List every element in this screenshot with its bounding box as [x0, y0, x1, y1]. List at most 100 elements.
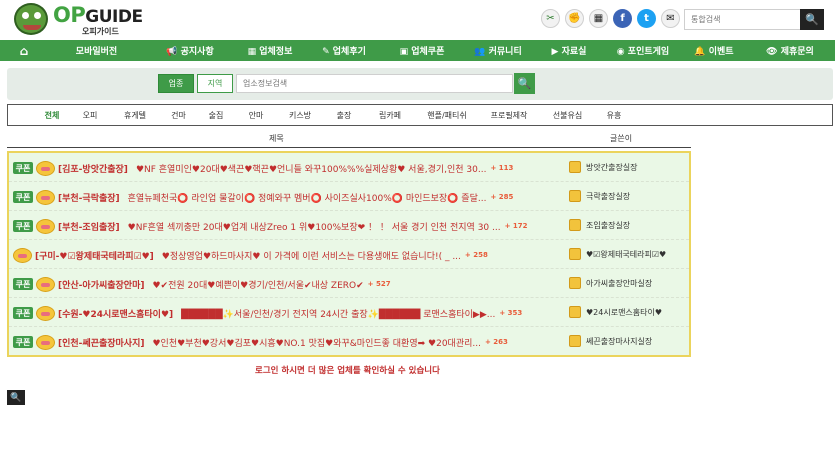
writer-name[interactable]: ♥24시로맨스홈타이♥	[586, 307, 662, 318]
coupon-badge: 쿠폰	[13, 162, 33, 174]
nav-mobile[interactable]: 모바일버전	[48, 40, 145, 61]
cat-op[interactable]: 오피	[71, 110, 109, 121]
writer-name[interactable]: 조임출장실장	[586, 220, 630, 231]
twitter-icon[interactable]: t	[637, 9, 656, 28]
comment-count: + 113	[490, 164, 514, 172]
filter-bar: 업종 지역 🔍	[7, 68, 833, 100]
category-bar: 전체 오피 휴게텔 건마 술집 안마 키스방 출장 립카페 핸플/패티쉬 프로필…	[7, 104, 833, 126]
frog-logo-icon	[14, 3, 48, 35]
cat-suljip[interactable]: 술집	[196, 110, 236, 121]
writer-name[interactable]: ♥☑왕제태국테라피☑♥	[586, 249, 666, 260]
store-name[interactable]: [안산-아가씨출장안마]	[58, 278, 144, 291]
comment-count: + 263	[484, 338, 508, 346]
cat-anma[interactable]: 안마	[236, 110, 276, 121]
nav-partnership[interactable]: 👁 제휴문의	[745, 40, 835, 61]
top-search-box: 🔍	[684, 9, 824, 30]
store-name[interactable]: [부천-극락출장]	[58, 191, 120, 204]
user-level-icon	[569, 248, 581, 260]
user-level-icon	[569, 190, 581, 202]
comment-count: + 353	[499, 309, 523, 317]
mail-icon[interactable]: ✉	[661, 9, 680, 28]
top-icons: ✂ ✊ ▦ f t ✉	[541, 9, 680, 28]
store-name[interactable]: [부천-조임출장]	[58, 220, 120, 233]
header-writer: 글쓴이	[610, 134, 633, 143]
post-title[interactable]: ██████✨서울/인천/경기 전지역 24시간 출장✨██████ 로맨스홈타…	[181, 307, 495, 320]
cat-chuljang[interactable]: 출장	[324, 110, 364, 121]
nav-notice[interactable]: 📢 공지사항	[145, 40, 235, 61]
table-header: 제목 글쓴이	[7, 128, 691, 148]
table-row[interactable]: 쿠폰 [인천-쎄끈출장마사지] ♥인천♥부천♥강서♥김포♥시흥♥NO.1 맛집♥…	[9, 327, 689, 356]
nav-archive[interactable]: ▶ 자료실	[535, 40, 603, 61]
cat-handple[interactable]: 핸플/패티쉬	[416, 110, 478, 121]
cat-yuheung[interactable]: 유흥	[595, 110, 633, 121]
top-search-input[interactable]	[685, 10, 800, 29]
nav-business-info[interactable]: ▦ 업체정보	[235, 40, 305, 61]
writer-name[interactable]: 방앗간출장실장	[586, 162, 638, 173]
business-search-input[interactable]	[236, 74, 513, 93]
fist-icon[interactable]: ✊	[565, 9, 584, 28]
nav-community[interactable]: 👥 커뮤니티	[461, 40, 535, 61]
post-title[interactable]: ♥NF 흔열미인♥20대♥색끈♥핵끈♥언니들 와꾸100%%%실제상황♥ 서울,…	[136, 162, 487, 175]
writer-name[interactable]: 아가씨출장안마실장	[586, 278, 652, 289]
coupon-badge: 쿠폰	[13, 336, 33, 348]
search-icon[interactable]: 🔍	[7, 390, 25, 405]
cat-all[interactable]: 전체	[33, 110, 71, 121]
table-row[interactable]: 쿠폰 [부천-극락출장] 흔열뉴페천국⭕ 라인업 물갈이⭕ 정예와꾸 멤버⭕ 사…	[9, 182, 689, 211]
emoji-badge-icon	[36, 189, 55, 205]
post-title[interactable]: ♥✔전원 20대♥예쁜이♥경기/인천/서울✔내상 ZERO✔	[152, 278, 363, 291]
cat-usim[interactable]: 선불유심	[540, 110, 595, 121]
table-row[interactable]: 쿠폰 [수원-♥24시로맨스홈타이♥] ██████✨서울/인천/경기 전지역 …	[9, 298, 689, 327]
cat-hugetel[interactable]: 휴게텔	[109, 110, 161, 121]
sparkle-cut-icon[interactable]: ✂	[541, 9, 560, 28]
nav-event[interactable]: 🔔 이벤트	[683, 40, 745, 61]
header: OPGUIDE 오피가이드 ✂ ✊ ▦ f t ✉ 🔍	[0, 0, 835, 40]
listing-table: 쿠폰 [김포-방앗간출장] ♥NF 흔열미인♥20대♥색끈♥핵끈♥언니들 와꾸1…	[7, 151, 691, 357]
nav-home[interactable]: ⌂	[0, 40, 48, 61]
facebook-icon[interactable]: f	[613, 9, 632, 28]
nav-coupons[interactable]: ▣ 업체쿠폰	[383, 40, 461, 61]
search-icon[interactable]: 🔍	[800, 9, 824, 30]
card-icon[interactable]: ▦	[589, 9, 608, 28]
comment-count: + 285	[490, 193, 514, 201]
biz-type-button[interactable]: 업종	[158, 74, 194, 93]
coupon-badge: 쿠폰	[13, 307, 33, 319]
emoji-badge-icon	[36, 276, 55, 292]
comment-count: + 258	[464, 251, 488, 259]
post-title[interactable]: ♥인천♥부천♥강서♥김포♥시흥♥NO.1 맛집♥와꾸&마인드좋 대환영➡ ♥20…	[152, 336, 480, 349]
emoji-badge-icon	[13, 247, 32, 263]
header-title: 제목	[269, 134, 284, 143]
writer-name[interactable]: 극락출장실장	[586, 191, 630, 202]
cat-geonma[interactable]: 건마	[161, 110, 196, 121]
cat-profile[interactable]: 프로필제작	[478, 110, 540, 121]
user-level-icon	[569, 219, 581, 231]
emoji-badge-icon	[36, 218, 55, 234]
nav-reviews[interactable]: ✎ 업체후기	[305, 40, 383, 61]
table-row[interactable]: 쿠폰 [안산-아가씨출장안마] ♥✔전원 20대♥예쁜이♥경기/인천/서울✔내상…	[9, 269, 689, 298]
cat-lipcafe[interactable]: 립카페	[364, 110, 416, 121]
table-row[interactable]: [구미-♥☑왕제태국테라피☑♥] ♥정상영업♥하드마사지♥ 이 가격에 이런 서…	[9, 240, 689, 269]
site-logo[interactable]: OPGUIDE 오피가이드	[14, 3, 154, 37]
region-button[interactable]: 지역	[197, 74, 233, 93]
table-row[interactable]: 쿠폰 [부천-조임출장] ♥NF흔열 섹끼충만 20대♥업계 내상Zreo 1 …	[9, 211, 689, 240]
login-notice: 로그인 하시면 더 많은 업체를 확인하실 수 있습니다	[255, 366, 440, 376]
store-name[interactable]: [김포-방앗간출장]	[58, 162, 128, 175]
user-level-icon	[569, 335, 581, 347]
table-row[interactable]: 쿠폰 [김포-방앗간출장] ♥NF 흔열미인♥20대♥색끈♥핵끈♥언니들 와꾸1…	[9, 153, 689, 182]
writer-name[interactable]: 쎄끈출장마사지실장	[586, 336, 652, 347]
user-level-icon	[569, 277, 581, 289]
post-title[interactable]: ♥NF흔열 섹끼충만 20대♥업계 내상Zreo 1 위♥100%보장❤ ！ ！…	[128, 220, 501, 233]
cat-kissbang[interactable]: 키스방	[276, 110, 324, 121]
post-title[interactable]: ♥정상영업♥하드마사지♥ 이 가격에 이런 서비스는 다용생애도 없습니다!( …	[162, 249, 461, 262]
coupon-badge: 쿠폰	[13, 278, 33, 290]
logo-subtitle: 오피가이드	[82, 27, 119, 36]
post-title[interactable]: 흔열뉴페천국⭕ 라인업 물갈이⭕ 정예와꾸 멤버⭕ 사이즈실사100%⭕ 마인드…	[128, 191, 487, 204]
store-name[interactable]: [구미-♥☑왕제태국테라피☑♥]	[35, 249, 154, 262]
search-icon[interactable]: 🔍	[514, 73, 535, 94]
emoji-badge-icon	[36, 160, 55, 176]
coupon-badge: 쿠폰	[13, 191, 33, 203]
store-name[interactable]: [인천-쎄끈출장마사지]	[58, 336, 144, 349]
user-level-icon	[569, 161, 581, 173]
store-name[interactable]: [수원-♥24시로맨스홈타이♥]	[58, 307, 173, 320]
nav-point-game[interactable]: ◉ 포인트게임	[603, 40, 683, 61]
comment-count: + 527	[367, 280, 391, 288]
